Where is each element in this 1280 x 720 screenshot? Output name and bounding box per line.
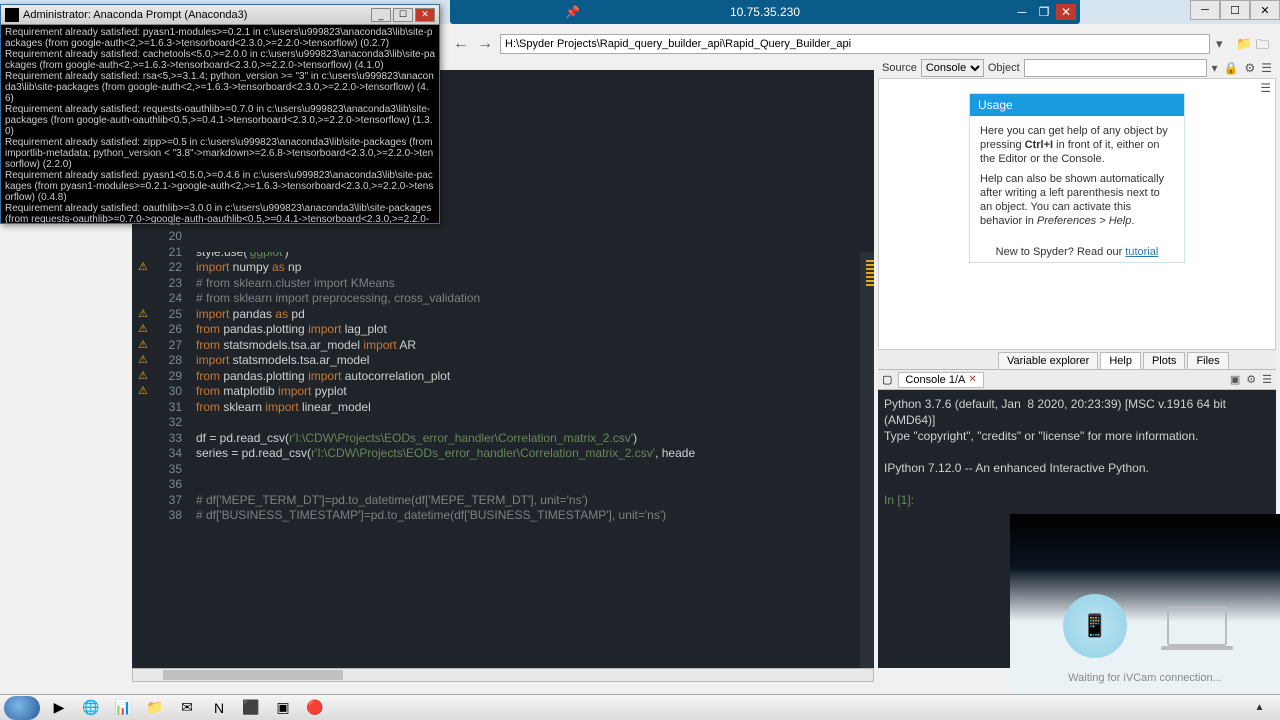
cmd-title-text: Administrator: Anaconda Prompt (Anaconda… xyxy=(23,9,247,21)
help-tabs: Variable explorerHelpPlotsFiles xyxy=(878,350,1276,370)
folder-up-icon[interactable]: 📁 xyxy=(1236,36,1252,52)
taskbar-app-8[interactable]: 🔴 xyxy=(300,697,330,719)
taskbar-app-4[interactable]: ✉ xyxy=(172,697,202,719)
menu-icon[interactable]: ☰ xyxy=(1261,61,1272,75)
folder-icon[interactable]: 🗀 xyxy=(1256,36,1272,52)
working-dir-input[interactable] xyxy=(500,34,1210,54)
console-tab[interactable]: Console 1/A ✕ xyxy=(898,372,983,388)
remote-min-button[interactable]: ─ xyxy=(1012,4,1032,20)
cmd-close-button[interactable]: ✕ xyxy=(415,8,435,22)
stop-icon[interactable]: ▢ xyxy=(882,373,892,386)
dropdown-icon[interactable]: ▾ xyxy=(1216,36,1232,52)
start-button[interactable] xyxy=(4,696,40,720)
help-source-bar: Source Console Object ▾ 🔒 ⚙ ☰ xyxy=(878,58,1276,78)
taskbar-app-7[interactable]: ▣ xyxy=(268,697,298,719)
path-toolbar: ← → ▾ 📁 🗀 xyxy=(448,32,1276,56)
taskbar-app-0[interactable]: ▶ xyxy=(44,697,74,719)
cmd-icon xyxy=(5,8,19,22)
help-pane: ☰ Usage Here you can get help of any obj… xyxy=(878,78,1276,350)
taskbar-app-1[interactable]: 🌐 xyxy=(76,697,106,719)
lock-icon[interactable]: 🔒 xyxy=(1224,61,1239,75)
cmd-titlebar[interactable]: Administrator: Anaconda Prompt (Anaconda… xyxy=(1,5,439,25)
cmd-max-button[interactable]: ☐ xyxy=(393,8,413,22)
outer-window-controls: ─ ☐ ✕ xyxy=(1190,0,1280,20)
taskbar-app-5[interactable]: N xyxy=(204,697,234,719)
forward-button[interactable]: → xyxy=(476,35,494,53)
taskbar: ▶🌐📊📁✉N⬛▣🔴 ▲ xyxy=(0,694,1280,720)
remote-close-button[interactable]: ✕ xyxy=(1056,4,1076,20)
ivcam-overlay: 📱 Waiting for iVCam connection... xyxy=(1010,514,1280,694)
usage-footer: New to Spyder? Read our tutorial xyxy=(970,242,1184,262)
tab-variable-explorer[interactable]: Variable explorer xyxy=(998,352,1098,369)
outer-close-button[interactable]: ✕ xyxy=(1250,0,1280,20)
console-tabs: ▢ Console 1/A ✕ ▣ ⚙ ☰ xyxy=(878,370,1276,390)
anaconda-prompt-window[interactable]: Administrator: Anaconda Prompt (Anaconda… xyxy=(0,4,440,224)
phone-icon: 📱 xyxy=(1063,594,1127,658)
taskbar-app-3[interactable]: 📁 xyxy=(140,697,170,719)
usage-body: Here you can get help of any object by p… xyxy=(970,116,1184,242)
remote-restore-button[interactable]: ❐ xyxy=(1034,4,1054,20)
taskbar-app-6[interactable]: ⬛ xyxy=(236,697,266,719)
dropdown-icon[interactable]: ▾ xyxy=(1211,61,1217,75)
laptop-icon xyxy=(1167,606,1227,646)
remote-ip: 10.75.35.230 xyxy=(730,5,800,19)
outer-max-button[interactable]: ☐ xyxy=(1220,0,1250,20)
editor-h-scrollbar[interactable] xyxy=(132,668,874,682)
taskbar-app-2[interactable]: 📊 xyxy=(108,697,138,719)
tab-files[interactable]: Files xyxy=(1187,352,1228,369)
close-tab-icon[interactable]: ✕ xyxy=(968,374,976,385)
remote-session-bar: 📌 10.75.35.230 ─ ❐ ✕ xyxy=(450,0,1080,24)
menu-icon[interactable]: ☰ xyxy=(1262,373,1272,386)
pin-icon[interactable]: 📌 xyxy=(565,5,580,19)
ivcam-status: Waiting for iVCam connection... xyxy=(1068,672,1222,684)
tutorial-link[interactable]: tutorial xyxy=(1125,246,1158,258)
source-label: Source xyxy=(882,62,917,74)
gear-icon[interactable]: ⚙ xyxy=(1244,61,1255,75)
outer-min-button[interactable]: ─ xyxy=(1190,0,1220,20)
options-icon[interactable]: ⚙ xyxy=(1246,373,1256,386)
source-select[interactable]: Console xyxy=(921,59,984,77)
object-input[interactable] xyxy=(1024,59,1208,77)
interrupt-icon[interactable]: ▣ xyxy=(1230,373,1240,386)
cmd-min-button[interactable]: _ xyxy=(371,8,391,22)
system-tray[interactable]: ▲ xyxy=(1255,702,1276,713)
menu-icon[interactable]: ☰ xyxy=(1260,81,1271,95)
cmd-output[interactable]: Requirement already satisfied: pyasn1-mo… xyxy=(1,25,439,223)
usage-header: Usage xyxy=(970,94,1184,116)
object-label: Object xyxy=(988,62,1020,74)
tab-help[interactable]: Help xyxy=(1100,352,1141,369)
tab-plots[interactable]: Plots xyxy=(1143,352,1185,369)
back-button[interactable]: ← xyxy=(452,35,470,53)
